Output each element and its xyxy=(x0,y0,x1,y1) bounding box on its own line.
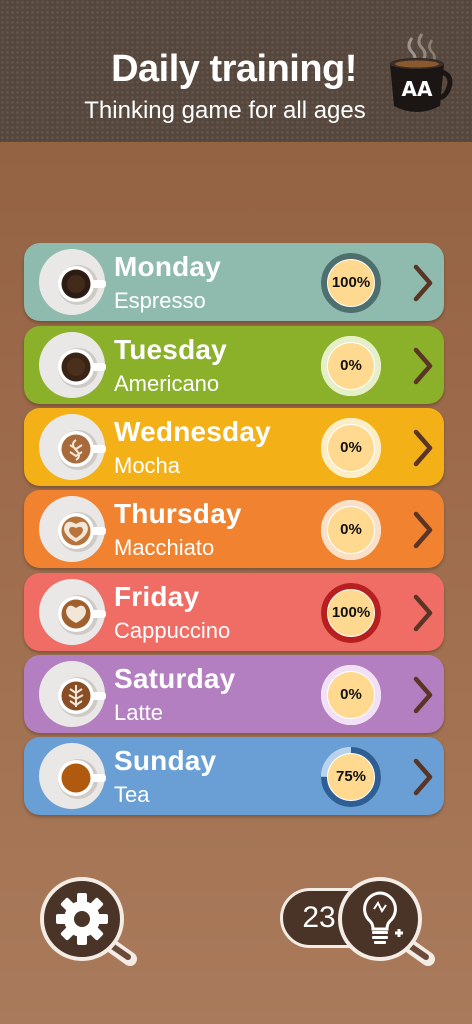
day-row-wednesday[interactable]: Wednesday Mocha 0% xyxy=(24,408,444,486)
header: Daily training! Thinking game for all ag… xyxy=(0,0,472,142)
cappuccino-cup-icon xyxy=(39,579,106,645)
drink-name: Mocha xyxy=(114,453,181,478)
day-name: Tuesday xyxy=(114,334,227,365)
chevron-right-icon[interactable] xyxy=(410,675,436,715)
svg-text:AA: AA xyxy=(402,77,433,101)
day-row-thursday[interactable]: Thursday Macchiato 0% xyxy=(24,490,444,568)
chevron-right-icon[interactable] xyxy=(410,263,436,303)
progress-label: 75% xyxy=(335,768,367,785)
drink-name: Cappuccino xyxy=(114,618,231,643)
day-name: Thursday xyxy=(114,498,242,529)
progress-label: 0% xyxy=(340,357,362,374)
day-name: Monday xyxy=(114,251,221,282)
chevron-right-icon[interactable] xyxy=(410,428,436,468)
drink-name: Americano xyxy=(114,371,220,396)
hint-button[interactable] xyxy=(338,877,438,967)
chevron-right-icon[interactable] xyxy=(410,593,436,633)
chevron-right-icon[interactable] xyxy=(410,346,436,386)
drink-name: Tea xyxy=(114,782,150,807)
day-row-monday[interactable]: Monday Espresso 100% xyxy=(24,243,444,321)
day-name: Friday xyxy=(114,581,200,612)
day-row-sunday[interactable]: Sunday Tea 75% xyxy=(24,737,444,815)
day-name: Saturday xyxy=(114,663,236,694)
day-row-friday[interactable]: Friday Cappuccino 100% xyxy=(24,573,444,651)
coffee-cup-logo-icon: AA xyxy=(390,33,453,112)
day-name: Wednesday xyxy=(114,416,271,447)
progress-label: 0% xyxy=(340,521,362,538)
drink-name: Latte xyxy=(114,700,163,725)
settings-button[interactable] xyxy=(40,877,140,967)
espresso-cup-icon xyxy=(39,249,106,315)
drink-name: Espresso xyxy=(114,288,206,313)
progress-label: 0% xyxy=(340,686,362,703)
progress-label: 0% xyxy=(340,439,362,456)
latte-cup-icon xyxy=(39,661,106,727)
progress-label: 100% xyxy=(331,274,371,291)
day-name: Sunday xyxy=(114,745,217,776)
mocha-cup-icon xyxy=(39,414,106,480)
macchiato-cup-icon xyxy=(39,496,106,562)
tea-cup-icon xyxy=(39,743,106,809)
chevron-right-icon[interactable] xyxy=(410,757,436,797)
drink-name: Macchiato xyxy=(114,535,215,560)
day-row-saturday[interactable]: Saturday Latte 0% xyxy=(24,655,444,733)
app-subtitle: Thinking game for all ages xyxy=(84,97,366,124)
gear-icon xyxy=(56,893,108,945)
progress-label: 100% xyxy=(331,604,371,621)
day-row-tuesday[interactable]: Tuesday Americano 0% xyxy=(24,326,444,404)
chevron-right-icon[interactable] xyxy=(410,510,436,550)
americano-cup-icon xyxy=(39,332,106,398)
